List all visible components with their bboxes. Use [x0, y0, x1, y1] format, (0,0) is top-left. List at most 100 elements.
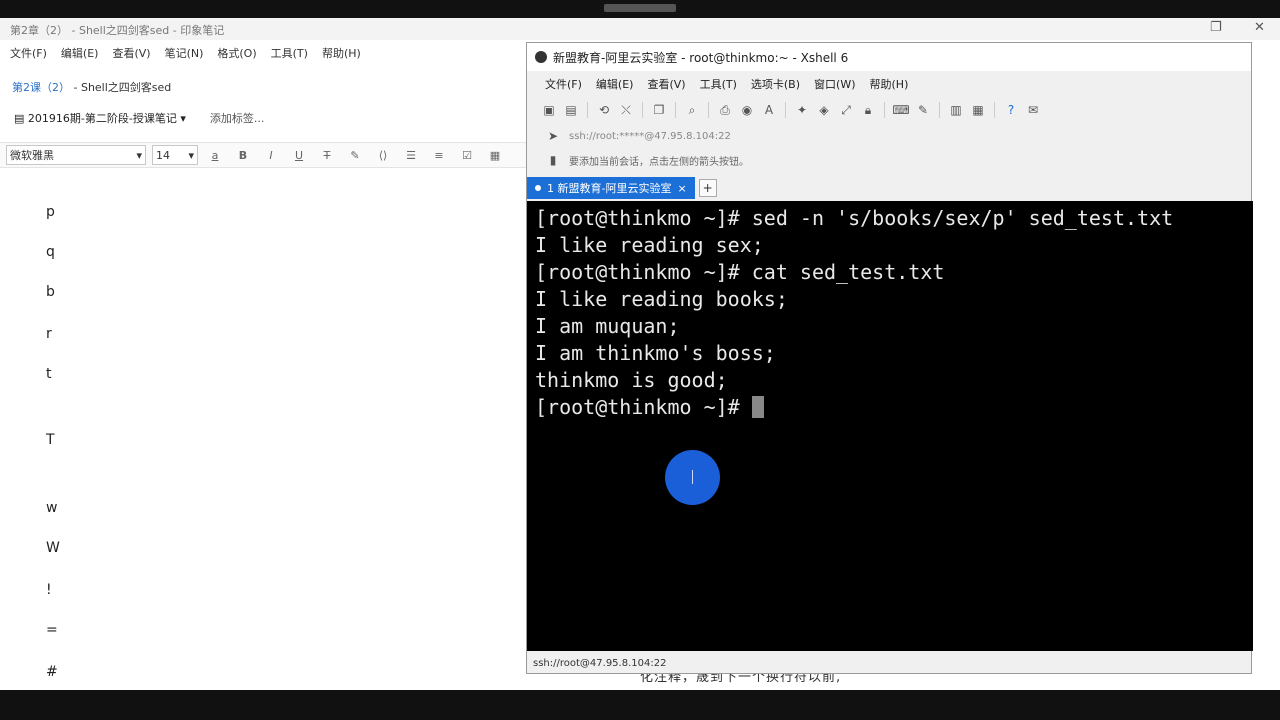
notebook-icon: ▤	[14, 112, 28, 125]
tab-session-1[interactable]: 1 新盟教育-阿里云实验室 ×	[527, 177, 695, 199]
note-titlebar: 第2章（2） - Shell之四剑客sed - 印象笔记 ❐ ✕	[0, 18, 1280, 40]
tile-icon[interactable]: ▦	[970, 102, 986, 118]
notebook-name: 201916期-第二阶段-授课笔记	[27, 112, 177, 125]
note-menubar: 文件(F) 编辑(E) 查看(V) 笔记(N) 格式(O) 工具(T) 帮助(H…	[0, 42, 526, 64]
xshell-app-icon	[535, 51, 547, 63]
note-menu-note[interactable]: 笔记(N)	[165, 45, 204, 61]
font-family-value: 微软雅黑	[10, 149, 54, 162]
terminal-cursor	[751, 396, 764, 418]
note-menu-file[interactable]: 文件(F)	[10, 45, 47, 61]
keyboard-icon[interactable]: ⌨	[892, 102, 909, 118]
restore-icon[interactable]: ❐	[1210, 20, 1222, 35]
checkbox-icon[interactable]: ☑	[456, 149, 478, 162]
clear-format-icon[interactable]: ⟨⟩	[372, 149, 394, 162]
pen-icon[interactable]: ✎	[915, 102, 931, 118]
toolbar-separator	[785, 102, 786, 118]
status-text: ssh://root@47.95.8.104:22	[533, 657, 667, 669]
underline-icon[interactable]: U	[288, 149, 310, 162]
open-folder-icon[interactable]: ▤	[563, 102, 579, 118]
xs-menu-view[interactable]: 查看(V)	[647, 76, 685, 92]
terminal-line: [root@thinkmo ~]# cat sed_test.txt	[535, 260, 945, 284]
note-menu-format[interactable]: 格式(O)	[217, 45, 256, 61]
list-item: b	[46, 284, 55, 300]
terminal-line: [root@thinkmo ~]# sed -n 's/books/sex/p'…	[535, 206, 1174, 230]
terminal-prompt-line: [root@thinkmo ~]#	[535, 394, 1245, 421]
list-item: W	[46, 540, 60, 556]
new-session-icon[interactable]: ▣	[541, 102, 557, 118]
toolbar-separator	[708, 102, 709, 118]
font-size-value: 14	[156, 148, 170, 162]
list-item: q	[46, 244, 55, 260]
fullscreen-icon[interactable]: ⤢	[838, 102, 854, 118]
top-strip	[0, 0, 1280, 18]
xshell-address-bar: ➤ ssh://root:*****@47.95.8.104:22	[527, 125, 1251, 147]
font-size-select[interactable]: 14 ▾	[152, 145, 198, 165]
xs-menu-file[interactable]: 文件(F)	[545, 76, 582, 92]
note-window-title: 第2章（2） - Shell之四剑客sed - 印象笔记	[10, 24, 225, 37]
list-item: p	[46, 204, 55, 220]
list-item: =	[46, 622, 58, 638]
layout-icon[interactable]: ▥	[948, 102, 964, 118]
bullet-list-icon[interactable]: ☰	[400, 149, 422, 162]
list-item: #	[46, 664, 58, 680]
globe-icon[interactable]: ◉	[739, 102, 755, 118]
copy-icon[interactable]: ❐	[651, 102, 667, 118]
xshell-window: 新盟教育-阿里云实验室 - root@thinkmo:~ - Xshell 6 …	[526, 42, 1253, 674]
highlight-icon[interactable]: ✎	[344, 149, 366, 162]
lock-icon[interactable]: 🔒︎	[860, 102, 876, 118]
font-icon[interactable]: A	[761, 102, 777, 118]
print-icon[interactable]: ⎙	[717, 102, 733, 118]
note-menu-tools[interactable]: 工具(T)	[271, 45, 308, 61]
font-family-select[interactable]: 微软雅黑 ▾	[6, 145, 146, 165]
toolbar-separator	[642, 102, 643, 118]
note-format-toolbar: 微软雅黑 ▾ 14 ▾ a B I U T ✎ ⟨⟩ ☰ ≡ ☑ ▦	[0, 142, 526, 168]
list-item: w	[46, 500, 58, 516]
note-document-title[interactable]: 第2课（2） - Shell之四剑客sed	[12, 79, 171, 95]
toolbar-separator	[939, 102, 940, 118]
notebook-selector[interactable]: ▤ 201916期-第二阶段-授课笔记 ▾	[14, 110, 186, 126]
chat-icon[interactable]: ✉	[1025, 102, 1041, 118]
hint-text: 要添加当前会话，点击左侧的箭头按钮。	[569, 156, 749, 168]
note-menu-help[interactable]: 帮助(H)	[322, 45, 361, 61]
close-icon[interactable]: ✕	[1254, 20, 1265, 35]
add-tab-button[interactable]: +	[698, 179, 717, 197]
disconnect-icon[interactable]: ⤬	[618, 102, 634, 118]
toolbar-separator	[994, 102, 995, 118]
address-text[interactable]: ssh://root:*****@47.95.8.104:22	[569, 131, 731, 142]
numbered-list-icon[interactable]: ≡	[428, 149, 450, 162]
chevron-down-icon: ▾	[176, 112, 186, 125]
notebook-row: ▤ 201916期-第二阶段-授课笔记 ▾ 添加标签...	[14, 110, 264, 126]
italic-icon[interactable]: I	[260, 149, 282, 162]
xagent-icon[interactable]: ◈	[816, 102, 832, 118]
xs-menu-edit[interactable]: 编辑(E)	[596, 76, 634, 92]
xs-menu-tools[interactable]: 工具(T)	[700, 76, 737, 92]
chevron-down-icon: ▾	[188, 148, 194, 162]
strikethrough-icon[interactable]: T	[316, 149, 338, 162]
note-menu-view[interactable]: 查看(V)	[112, 45, 150, 61]
terminal[interactable]: [root@thinkmo ~]# sed -n 's/books/sex/p'…	[527, 201, 1253, 651]
list-item: !	[46, 582, 52, 598]
font-color-icon[interactable]: a	[204, 149, 226, 162]
note-menu-edit[interactable]: 编辑(E)	[61, 45, 99, 61]
bold-icon[interactable]: B	[232, 149, 254, 162]
xs-menu-help[interactable]: 帮助(H)	[870, 76, 909, 92]
xshell-menubar: 文件(F) 编辑(E) 查看(V) 工具(T) 选项卡(B) 窗口(W) 帮助(…	[527, 73, 1251, 95]
xs-menu-window[interactable]: 窗口(W)	[814, 76, 855, 92]
bookmark-icon[interactable]: ▮	[545, 152, 561, 168]
bottom-strip	[0, 690, 1280, 720]
note-body[interactable]: p q b r t T w W ! = #	[0, 168, 526, 720]
xftp-icon[interactable]: ✦	[794, 102, 810, 118]
table-icon[interactable]: ▦	[484, 149, 506, 162]
add-tag-button[interactable]: 添加标签...	[210, 110, 265, 126]
list-item: T	[46, 432, 55, 448]
terminal-line: thinkmo is good;	[535, 368, 728, 392]
help-icon[interactable]: ?	[1003, 102, 1019, 118]
session-arrow-icon[interactable]: ➤	[545, 128, 561, 144]
reconnect-icon[interactable]: ⟲	[596, 102, 612, 118]
terminal-line: I like reading sex;	[535, 233, 764, 257]
chevron-down-icon: ▾	[136, 148, 142, 162]
xs-menu-tabs[interactable]: 选项卡(B)	[751, 76, 800, 92]
close-icon[interactable]: ×	[677, 182, 686, 195]
search-icon[interactable]: ⌕	[684, 102, 700, 118]
xshell-tab-bar: 1 新盟教育-阿里云实验室 × +	[527, 177, 1251, 199]
